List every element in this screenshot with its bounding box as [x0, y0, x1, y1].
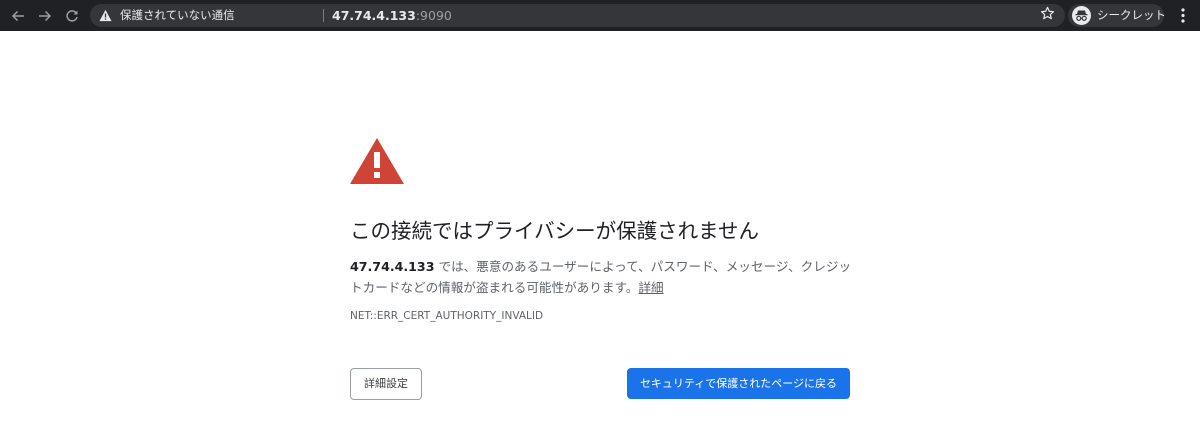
- host-name: 47.74.4.133: [350, 259, 435, 274]
- error-code[interactable]: NET::ERR_CERT_AUTHORITY_INVALID: [350, 310, 543, 322]
- back-to-safety-button[interactable]: セキュリティで保護されたページに戻る: [627, 368, 850, 399]
- url-host: 47.74.4.133: [332, 8, 416, 23]
- address-bar[interactable]: 保護されていない通信 47.74.4.133:9090: [90, 4, 1065, 27]
- incognito-indicator[interactable]: シークレット: [1068, 4, 1166, 27]
- browser-toolbar: 保護されていない通信 47.74.4.133:9090 シークレット: [0, 0, 1200, 31]
- url-port: :9090: [415, 8, 452, 23]
- advanced-button[interactable]: 詳細設定: [350, 368, 422, 400]
- back-arrow-icon[interactable]: [7, 5, 29, 27]
- forward-arrow-icon[interactable]: [34, 5, 56, 27]
- star-icon[interactable]: [1040, 6, 1055, 21]
- more-vert-icon[interactable]: [1175, 6, 1191, 25]
- warning-triangle-icon[interactable]: [99, 9, 112, 22]
- reload-icon[interactable]: [61, 5, 83, 27]
- incognito-icon: [1072, 6, 1091, 25]
- security-status-label[interactable]: 保護されていない通信: [120, 4, 235, 27]
- warning-message: 47.74.4.133 では、悪意のあるユーザーによって、パスワード、メッセージ…: [350, 256, 860, 298]
- page-title: この接続ではプライバシーが保護されません: [350, 219, 759, 243]
- warning-triangle-icon: [350, 138, 404, 184]
- details-link[interactable]: 詳細: [638, 280, 663, 295]
- incognito-label: シークレット: [1097, 8, 1166, 22]
- omnibox-divider: [323, 9, 324, 22]
- url-text[interactable]: 47.74.4.133:9090: [332, 4, 452, 27]
